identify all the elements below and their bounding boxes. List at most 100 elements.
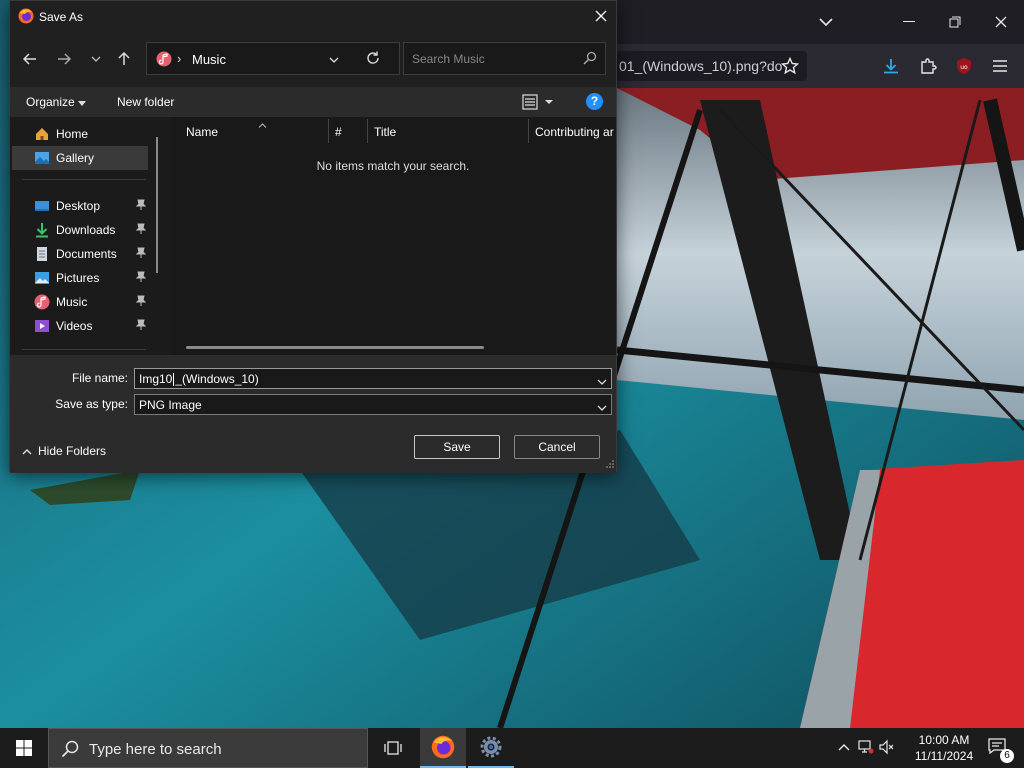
music-icon [156,51,172,70]
command-bar: Organize New folder ? [10,87,616,117]
taskbar-search-box[interactable]: Type here to search [48,728,368,768]
downloads-arrow-icon[interactable] [877,52,905,80]
organize-button[interactable]: Organize [26,95,87,109]
horizontal-scrollbar[interactable] [186,346,484,349]
minimize-button[interactable] [894,8,924,36]
chevron-down-icon [78,101,87,106]
sidebar-item-label: Desktop [56,199,101,213]
sidebar-divider [22,179,146,180]
column-header-name[interactable]: Name [186,125,218,139]
new-folder-button[interactable]: New folder [117,95,174,109]
organize-label: Organize [26,95,75,109]
save-button[interactable]: Save [414,435,500,459]
close-window-button[interactable] [986,8,1016,36]
navigation-row: › Music Search Music [10,39,616,79]
firefox-logo-icon [431,735,455,759]
volume-muted-icon[interactable] [878,739,894,758]
sort-ascending-icon [258,117,267,131]
clock-date[interactable]: 11/11/2024 [912,749,976,763]
column-separator[interactable] [367,119,368,143]
taskbar-settings-button[interactable] [468,728,514,768]
dialog-titlebar[interactable]: Save As [10,1,616,33]
up-arrow-icon [118,52,130,65]
extensions-puzzle-icon[interactable] [914,52,942,80]
search-icon [61,740,79,761]
breadcrumb-separator-icon: › [177,51,182,66]
sidebar-item-gallery[interactable]: Gallery [12,146,148,170]
sidebar-item-music[interactable]: Music [10,290,150,314]
help-button[interactable]: ? [586,93,603,110]
navigation-pane: Home Gallery Desktop Downloads Documents… [10,117,170,355]
sidebar-item-label: Gallery [56,151,95,165]
gallery-icon [34,150,50,166]
dialog-close-button[interactable] [586,1,616,31]
file-name-input[interactable]: Img10 _(Windows_10) [134,368,612,389]
close-icon [595,10,607,22]
address-bar[interactable]: › Music [146,42,400,75]
downloads-icon [34,222,50,238]
home-icon [34,126,50,142]
ublock-origin-icon[interactable]: uo [950,52,978,80]
tab-list-chevron-icon[interactable] [811,8,841,36]
save-as-type-select[interactable]: PNG Image [134,394,612,415]
sidebar-item-desktop[interactable]: Desktop [10,194,150,218]
sidebar-item-label: Pictures [56,271,100,285]
chevron-down-icon [91,56,101,62]
column-header-title[interactable]: Title [374,125,396,139]
menu-hamburger-icon[interactable] [986,52,1014,80]
column-separator[interactable] [328,119,329,143]
pin-icon [135,247,147,262]
taskbar-search-placeholder: Type here to search [89,741,222,758]
file-list-pane[interactable]: Name # Title Contributing ar No items ma… [170,117,616,355]
sidebar-item-home[interactable]: Home [10,122,150,146]
up-folder-button[interactable] [112,47,136,71]
pin-icon [135,319,147,334]
recent-locations-button[interactable] [84,47,108,71]
forward-button[interactable] [52,47,76,71]
pin-icon [135,295,147,310]
column-separator[interactable] [528,119,529,143]
hide-folders-button[interactable]: Hide Folders [22,444,106,458]
desktop-icon [34,198,50,214]
change-view-button[interactable] [522,94,554,113]
pin-icon [135,199,147,214]
pin-icon [135,271,147,286]
gear-icon [480,736,502,758]
search-placeholder: Search Music [412,52,485,66]
empty-results-message: No items match your search. [316,159,470,173]
sidebar-item-videos[interactable]: Videos [10,314,150,338]
firefox-logo-icon [18,8,34,27]
save-as-type-value: PNG Image [139,398,202,412]
taskbar-firefox-button[interactable] [420,728,466,768]
pictures-icon [34,270,50,286]
chevron-down-icon [597,400,607,414]
sidebar-item-downloads[interactable]: Downloads [10,218,150,242]
start-button[interactable] [0,728,48,768]
notification-count-badge: 6 [1000,749,1014,763]
file-name-dropdown-chevron-icon[interactable] [597,374,607,388]
address-history-chevron-icon[interactable] [329,52,339,66]
sidebar-item-label: Music [56,295,88,309]
file-name-label: File name: [71,371,128,385]
sidebar-item-documents[interactable]: Documents [10,242,150,266]
clock-time[interactable]: 10:00 AM [912,733,976,747]
save-as-type-label: Save as type: [55,397,128,411]
show-hidden-icons-chevron-icon[interactable] [838,740,850,754]
sidebar-item-label: Documents [56,247,117,261]
search-icon [583,51,597,68]
search-box[interactable]: Search Music [403,42,606,75]
column-header-number[interactable]: # [335,125,342,139]
sidebar-scrollbar[interactable] [156,137,158,273]
bookmark-star-icon[interactable] [776,52,804,80]
sidebar-item-pictures[interactable]: Pictures [10,266,150,290]
back-button[interactable] [18,47,42,71]
resize-grip-icon[interactable] [606,457,614,471]
cancel-button[interactable]: Cancel [514,435,600,459]
network-icon[interactable] [858,739,874,758]
column-header-contributing-artists[interactable]: Contributing ar [535,125,614,139]
breadcrumb-current-folder[interactable]: Music [192,52,226,67]
hide-folders-label: Hide Folders [38,444,107,458]
task-view-button[interactable] [370,728,416,768]
restore-button[interactable] [940,8,970,36]
refresh-icon[interactable] [365,50,381,69]
